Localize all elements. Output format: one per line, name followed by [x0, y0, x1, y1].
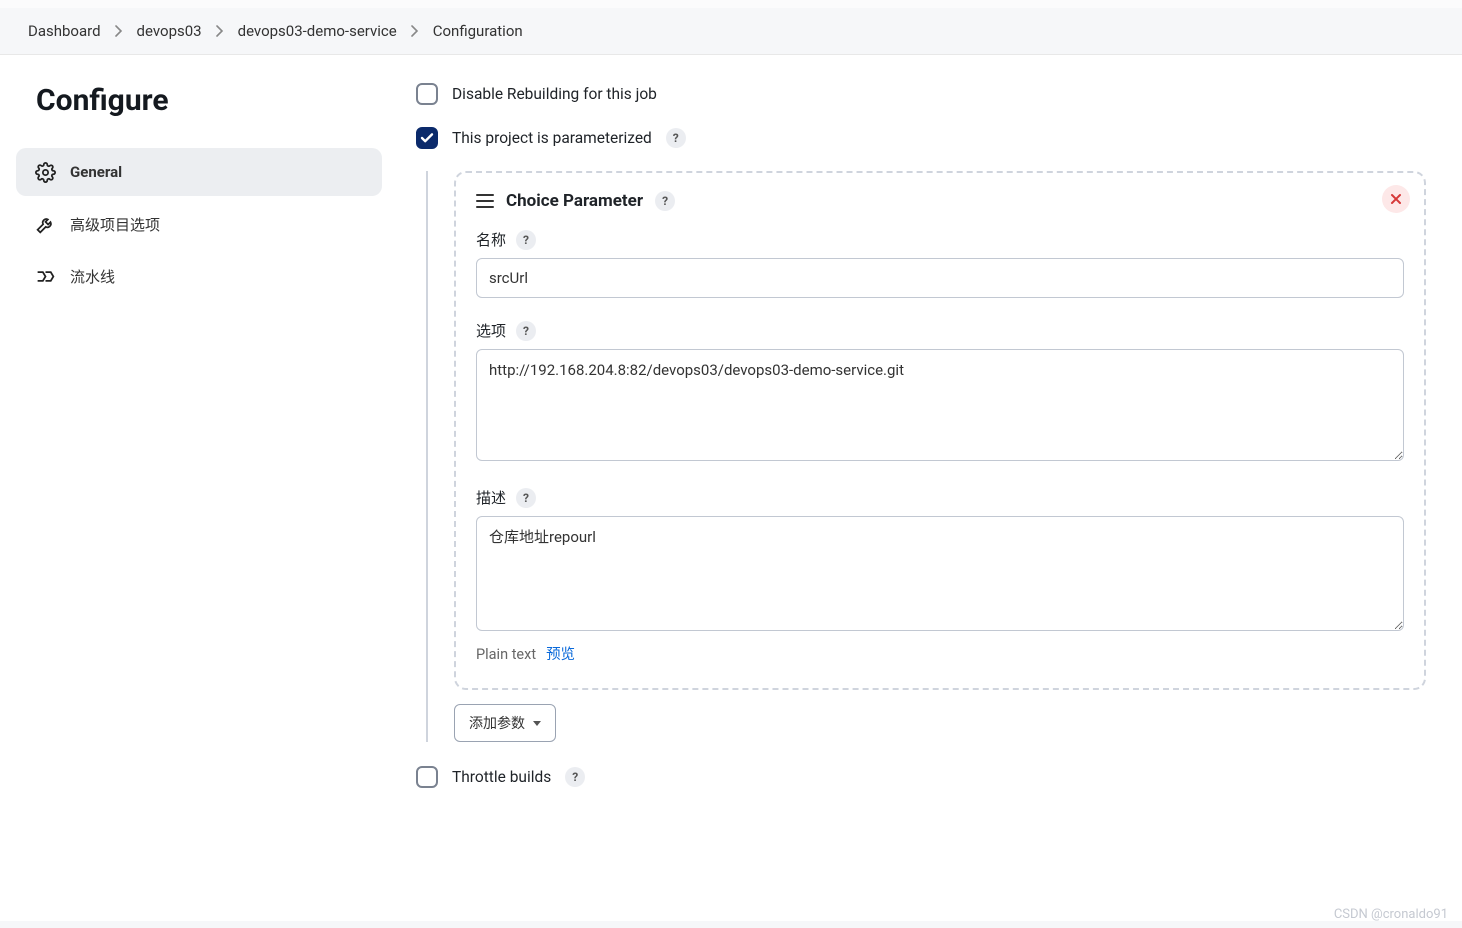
option-disable-rebuild: Disable Rebuilding for this job: [416, 83, 1426, 105]
description-mode-label: Plain text: [476, 646, 536, 663]
help-icon[interactable]: ?: [516, 488, 536, 508]
chevron-right-icon: [411, 25, 419, 37]
description-textarea[interactable]: [476, 516, 1404, 631]
field-label: 描述: [476, 487, 506, 508]
delete-parameter-button[interactable]: [1382, 185, 1410, 213]
help-icon[interactable]: ?: [516, 230, 536, 250]
checkbox-parameterized[interactable]: [416, 127, 438, 149]
preview-link[interactable]: 预览: [546, 643, 575, 664]
field-label: 名称: [476, 229, 506, 250]
field-label: 选项: [476, 320, 506, 341]
drag-handle-icon[interactable]: [476, 194, 494, 208]
breadcrumb: Dashboard devops03 devops03-demo-service…: [0, 8, 1462, 55]
breadcrumb-item-configuration[interactable]: Configuration: [433, 22, 523, 40]
field-description: 描述 ? Plain text 预览: [476, 487, 1404, 664]
sidebar-item-advanced[interactable]: 高级项目选项: [16, 200, 382, 248]
chevron-right-icon: [216, 25, 224, 37]
field-choices: 选项 ?: [476, 320, 1404, 465]
checkbox-throttle[interactable]: [416, 766, 438, 788]
chevron-down-icon: [533, 721, 541, 726]
parameter-title: Choice Parameter: [506, 191, 643, 211]
sidebar-item-label: 高级项目选项: [70, 214, 160, 235]
choices-textarea[interactable]: [476, 349, 1404, 461]
pipeline-icon: [34, 265, 56, 287]
name-input[interactable]: [476, 258, 1404, 298]
breadcrumb-item-dashboard[interactable]: Dashboard: [28, 22, 101, 40]
sidebar-item-general[interactable]: General: [16, 148, 382, 196]
checkbox-label: This project is parameterized: [452, 129, 652, 147]
add-parameter-button[interactable]: 添加参数: [454, 704, 556, 742]
checkbox-disable-rebuild[interactable]: [416, 83, 438, 105]
breadcrumb-item-project[interactable]: devops03: [137, 22, 202, 40]
content: Disable Rebuilding for this job This pro…: [398, 55, 1462, 921]
option-parameterized: This project is parameterized ?: [416, 127, 1426, 149]
gear-icon: [34, 161, 56, 183]
wrench-icon: [34, 213, 56, 235]
help-icon[interactable]: ?: [565, 767, 585, 787]
help-icon[interactable]: ?: [666, 128, 686, 148]
chevron-right-icon: [115, 25, 123, 37]
page-title: Configure: [36, 83, 382, 118]
breadcrumb-item-service[interactable]: devops03-demo-service: [238, 22, 397, 40]
parameters-section: Choice Parameter ? 名称 ? 选项: [426, 171, 1426, 742]
field-name: 名称 ?: [476, 229, 1404, 298]
add-parameter-label: 添加参数: [469, 713, 525, 733]
help-icon[interactable]: ?: [655, 191, 675, 211]
sidebar-item-label: 流水线: [70, 266, 115, 287]
option-throttle: Throttle builds ?: [416, 766, 1426, 788]
checkbox-label: Throttle builds: [452, 768, 551, 786]
checkbox-label: Disable Rebuilding for this job: [452, 85, 657, 103]
choice-parameter-box: Choice Parameter ? 名称 ? 选项: [454, 171, 1426, 690]
help-icon[interactable]: ?: [516, 321, 536, 341]
sidebar-item-pipeline[interactable]: 流水线: [16, 252, 382, 300]
sidebar: Configure General 高级项目选项 流水线: [0, 55, 398, 921]
sidebar-item-label: General: [70, 163, 122, 181]
